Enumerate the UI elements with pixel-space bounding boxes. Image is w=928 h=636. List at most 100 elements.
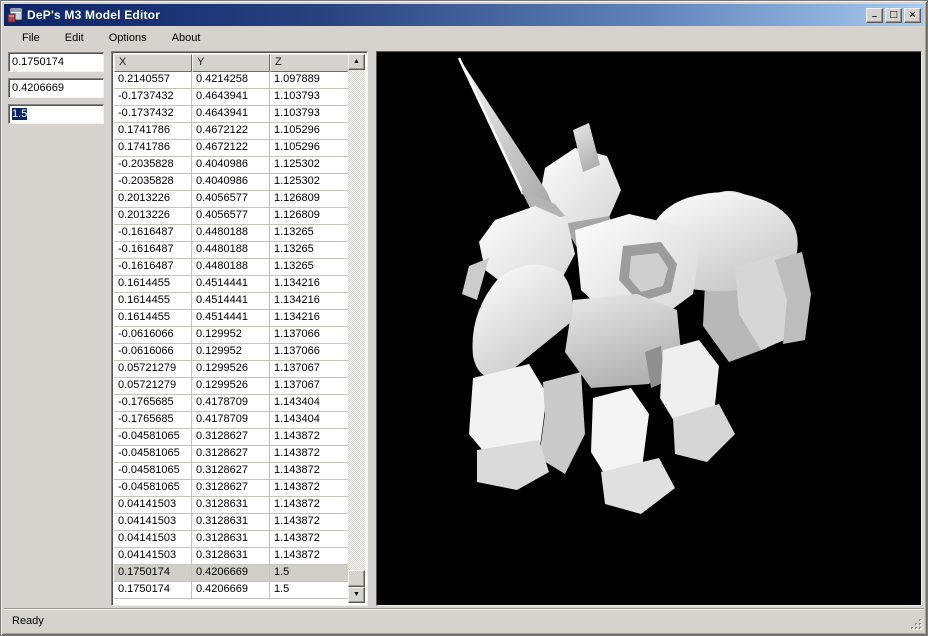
table-row[interactable]: 0.1750174 0.4206669 1.5 bbox=[114, 565, 348, 582]
table-row[interactable]: 0.04141503 0.3128631 1.143872 bbox=[114, 514, 348, 531]
cell-y[interactable]: 0.3128627 bbox=[192, 429, 270, 446]
cell-y[interactable]: 0.4056577 bbox=[192, 208, 270, 225]
cell-x[interactable]: -0.1737432 bbox=[114, 106, 192, 123]
cell-x[interactable]: -0.0616066 bbox=[114, 344, 192, 361]
cell-y[interactable]: 0.3128631 bbox=[192, 497, 270, 514]
table-row[interactable]: 0.1741786 0.4672122 1.105296 bbox=[114, 140, 348, 157]
scroll-up-icon[interactable]: ▲ bbox=[348, 54, 365, 70]
cell-x[interactable]: 0.04141503 bbox=[114, 531, 192, 548]
cell-x[interactable]: -0.1765685 bbox=[114, 412, 192, 429]
cell-x[interactable]: -0.04581065 bbox=[114, 463, 192, 480]
table-row[interactable]: 0.05721279 0.1299526 1.137067 bbox=[114, 361, 348, 378]
table-row[interactable]: 0.1614455 0.4514441 1.134216 bbox=[114, 310, 348, 327]
table-row[interactable]: 0.04141503 0.3128631 1.143872 bbox=[114, 531, 348, 548]
cell-x[interactable]: 0.05721279 bbox=[114, 361, 192, 378]
cell-z[interactable]: 1.134216 bbox=[270, 293, 348, 310]
cell-z[interactable]: 1.105296 bbox=[270, 140, 348, 157]
cell-z[interactable]: 1.137066 bbox=[270, 327, 348, 344]
column-header-x[interactable]: X bbox=[114, 54, 192, 72]
cell-x[interactable]: -0.04581065 bbox=[114, 446, 192, 463]
cell-z[interactable]: 1.125302 bbox=[270, 174, 348, 191]
table-row[interactable]: 0.04141503 0.3128631 1.143872 bbox=[114, 497, 348, 514]
cell-z[interactable]: 1.143404 bbox=[270, 395, 348, 412]
cell-y[interactable]: 0.3128631 bbox=[192, 531, 270, 548]
table-row[interactable]: -0.1616487 0.4480188 1.13265 bbox=[114, 242, 348, 259]
table-row[interactable]: -0.1737432 0.4643941 1.103793 bbox=[114, 106, 348, 123]
cell-x[interactable]: 0.04141503 bbox=[114, 497, 192, 514]
cell-z[interactable]: 1.125302 bbox=[270, 157, 348, 174]
vertex-grid[interactable]: X Y Z 0.2140557 0.4214258 1.097889 -0.17374… bbox=[111, 51, 368, 606]
table-row[interactable]: -0.04581065 0.3128627 1.143872 bbox=[114, 446, 348, 463]
cell-x[interactable]: 0.1614455 bbox=[114, 276, 192, 293]
cell-x[interactable]: 0.1614455 bbox=[114, 310, 192, 327]
cell-x[interactable]: -0.04581065 bbox=[114, 429, 192, 446]
table-row[interactable]: -0.1737432 0.4643941 1.103793 bbox=[114, 89, 348, 106]
cell-y[interactable]: 0.4178709 bbox=[192, 395, 270, 412]
scroll-down-icon[interactable]: ▼ bbox=[348, 587, 365, 603]
table-row[interactable]: -0.04581065 0.3128627 1.143872 bbox=[114, 463, 348, 480]
cell-y[interactable]: 0.4480188 bbox=[192, 225, 270, 242]
cell-z[interactable]: 1.134216 bbox=[270, 310, 348, 327]
table-row[interactable]: -0.04581065 0.3128627 1.143872 bbox=[114, 429, 348, 446]
table-row[interactable]: 0.2013226 0.4056577 1.126809 bbox=[114, 191, 348, 208]
cell-y[interactable]: 0.1299526 bbox=[192, 378, 270, 395]
viewport-3d[interactable] bbox=[376, 51, 922, 606]
cell-y[interactable]: 0.4514441 bbox=[192, 276, 270, 293]
table-row[interactable]: -0.0616066 0.129952 1.137066 bbox=[114, 344, 348, 361]
cell-z[interactable]: 1.105296 bbox=[270, 123, 348, 140]
cell-y[interactable]: 0.4672122 bbox=[192, 123, 270, 140]
cell-x[interactable]: -0.2035828 bbox=[114, 174, 192, 191]
cell-x[interactable]: -0.1765685 bbox=[114, 395, 192, 412]
cell-y[interactable]: 0.1299526 bbox=[192, 361, 270, 378]
cell-y[interactable]: 0.4206669 bbox=[192, 582, 270, 599]
cell-x[interactable]: 0.1750174 bbox=[114, 565, 192, 582]
table-row[interactable]: -0.1616487 0.4480188 1.13265 bbox=[114, 225, 348, 242]
x-coordinate-field[interactable]: 0.1750174 bbox=[8, 52, 104, 72]
cell-x[interactable]: -0.04581065 bbox=[114, 480, 192, 497]
cell-z[interactable]: 1.126809 bbox=[270, 208, 348, 225]
cell-z[interactable]: 1.143872 bbox=[270, 429, 348, 446]
cell-y[interactable]: 0.129952 bbox=[192, 327, 270, 344]
cell-y[interactable]: 0.4056577 bbox=[192, 191, 270, 208]
cell-x[interactable]: -0.2035828 bbox=[114, 157, 192, 174]
cell-y[interactable]: 0.3128627 bbox=[192, 463, 270, 480]
cell-z[interactable]: 1.143404 bbox=[270, 412, 348, 429]
table-row[interactable]: 0.1614455 0.4514441 1.134216 bbox=[114, 293, 348, 310]
minimize-button-icon[interactable]: _ bbox=[866, 7, 883, 23]
cell-z[interactable]: 1.143872 bbox=[270, 514, 348, 531]
cell-y[interactable]: 0.3128631 bbox=[192, 514, 270, 531]
cell-z[interactable]: 1.103793 bbox=[270, 106, 348, 123]
menu-file[interactable]: File bbox=[15, 29, 47, 47]
table-row[interactable]: 0.1750174 0.4206669 1.5 bbox=[114, 582, 348, 599]
cell-x[interactable]: 0.1750174 bbox=[114, 582, 192, 599]
scrollbar-thumb[interactable] bbox=[348, 570, 365, 587]
close-button-icon[interactable]: × bbox=[904, 7, 921, 23]
table-row[interactable]: -0.0616066 0.129952 1.137066 bbox=[114, 327, 348, 344]
maximize-button-icon[interactable]: □ bbox=[885, 7, 902, 23]
cell-y[interactable]: 0.3128627 bbox=[192, 480, 270, 497]
table-row[interactable]: 0.2140557 0.4214258 1.097889 bbox=[114, 72, 348, 89]
cell-x[interactable]: 0.04141503 bbox=[114, 514, 192, 531]
cell-y[interactable]: 0.4514441 bbox=[192, 293, 270, 310]
cell-x[interactable]: -0.1616487 bbox=[114, 225, 192, 242]
table-row[interactable]: -0.1765685 0.4178709 1.143404 bbox=[114, 395, 348, 412]
cell-x[interactable]: -0.1737432 bbox=[114, 89, 192, 106]
cell-x[interactable]: -0.1616487 bbox=[114, 259, 192, 276]
cell-y[interactable]: 0.4480188 bbox=[192, 259, 270, 276]
column-header-z[interactable]: Z bbox=[270, 54, 350, 72]
cell-y[interactable]: 0.4643941 bbox=[192, 89, 270, 106]
cell-y[interactable]: 0.4040986 bbox=[192, 174, 270, 191]
cell-x[interactable]: 0.1614455 bbox=[114, 293, 192, 310]
table-row[interactable]: 0.04141503 0.3128631 1.143872 bbox=[114, 548, 348, 565]
cell-x[interactable]: 0.04141503 bbox=[114, 548, 192, 565]
cell-y[interactable]: 0.4178709 bbox=[192, 412, 270, 429]
cell-x[interactable]: 0.05721279 bbox=[114, 378, 192, 395]
cell-x[interactable]: 0.2140557 bbox=[114, 72, 192, 89]
z-coordinate-field[interactable]: 1.5 bbox=[8, 104, 104, 124]
cell-y[interactable]: 0.4214258 bbox=[192, 72, 270, 89]
cell-y[interactable]: 0.4040986 bbox=[192, 157, 270, 174]
cell-z[interactable]: 1.137066 bbox=[270, 344, 348, 361]
cell-z[interactable]: 1.097889 bbox=[270, 72, 348, 89]
cell-z[interactable]: 1.134216 bbox=[270, 276, 348, 293]
cell-z[interactable]: 1.5 bbox=[270, 582, 348, 599]
